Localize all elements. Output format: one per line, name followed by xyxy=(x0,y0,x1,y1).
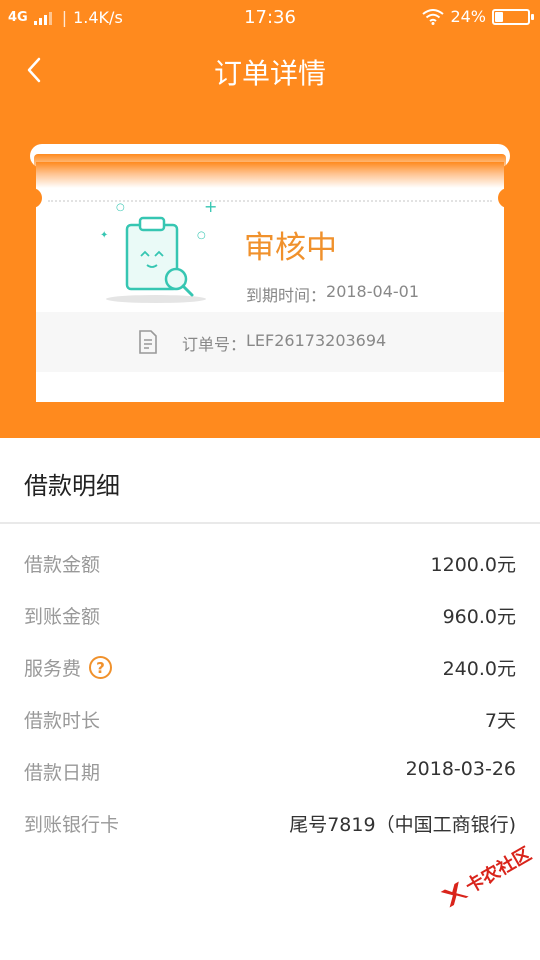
status-bar: 4G | 1.4K/s 17:36 24% xyxy=(0,0,540,34)
nav-bar: 订单详情 xyxy=(0,40,540,100)
order-status-text: 审核中 xyxy=(244,230,337,266)
clipboard-review-icon: ○ + ✦ ○ xyxy=(100,197,216,303)
order-number: 订单号： LEF26173203694 xyxy=(182,331,386,355)
svg-text:○: ○ xyxy=(116,202,125,213)
row-value: 960.0元 xyxy=(442,606,516,628)
watermark: 卡农社区 xyxy=(436,840,536,913)
battery-fill xyxy=(495,11,504,22)
section-divider xyxy=(0,522,540,524)
loan-duration-row: 借款时长 7天 xyxy=(0,692,540,744)
watermark-text: 卡农社区 xyxy=(462,843,536,898)
service-fee-row: 服务费 ? 240.0元 xyxy=(0,640,540,692)
svg-text:+: + xyxy=(204,197,216,216)
row-value: 240.0元 xyxy=(442,658,516,680)
loan-details-title: 借款明细 xyxy=(24,472,120,500)
order-number-row: 订单号： LEF26173203694 xyxy=(36,312,504,372)
loan-date-row: 借款日期 2018-03-26 xyxy=(0,744,540,796)
svg-text:✦: ✦ xyxy=(100,230,108,241)
due-date-value: 2018-04-01 xyxy=(326,282,419,301)
due-date-label: 到期时间： xyxy=(246,286,327,305)
row-label-with-help: 服务费 ? xyxy=(24,654,113,681)
loan-details-list: 借款金额 1200.0元 到账金额 960.0元 服务费 ? 240.0元 借款… xyxy=(0,536,540,848)
row-value: 尾号7819（中国工商银行) xyxy=(289,814,516,836)
row-label: 借款时长 xyxy=(24,710,101,732)
battery-percent: 24% xyxy=(450,7,486,26)
order-status-card: ○ + ✦ ○ 审核中 到期时间： 2018-04-01 订单号： LEF261… xyxy=(36,162,504,402)
order-number-label: 订单号： xyxy=(182,335,247,354)
row-value: 1200.0元 xyxy=(430,554,516,576)
row-label: 到账金额 xyxy=(24,606,101,628)
due-date: 到期时间： 2018-04-01 xyxy=(246,282,419,306)
loan-amount-row: 借款金额 1200.0元 xyxy=(0,536,540,588)
row-label: 借款金额 xyxy=(24,554,101,576)
row-value: 2018-03-26 xyxy=(405,758,516,780)
bank-card-row: 到账银行卡 尾号7819（中国工商银行) xyxy=(0,796,540,848)
document-icon xyxy=(139,330,157,354)
row-label: 到账银行卡 xyxy=(24,814,120,836)
battery-icon xyxy=(492,8,534,25)
status-right: 24% xyxy=(422,7,534,26)
page-title: 订单详情 xyxy=(213,57,326,90)
svg-text:○: ○ xyxy=(197,230,206,241)
row-label: 借款日期 xyxy=(24,762,101,784)
row-value: 7天 xyxy=(484,710,516,732)
wifi-icon xyxy=(422,8,445,25)
received-amount-row: 到账金额 960.0元 xyxy=(0,588,540,640)
card-top-gradient xyxy=(36,162,504,188)
order-number-value: LEF26173203694 xyxy=(246,331,387,350)
question-mark-icon[interactable]: ? xyxy=(89,656,113,679)
service-fee-label: 服务费 xyxy=(24,658,82,680)
